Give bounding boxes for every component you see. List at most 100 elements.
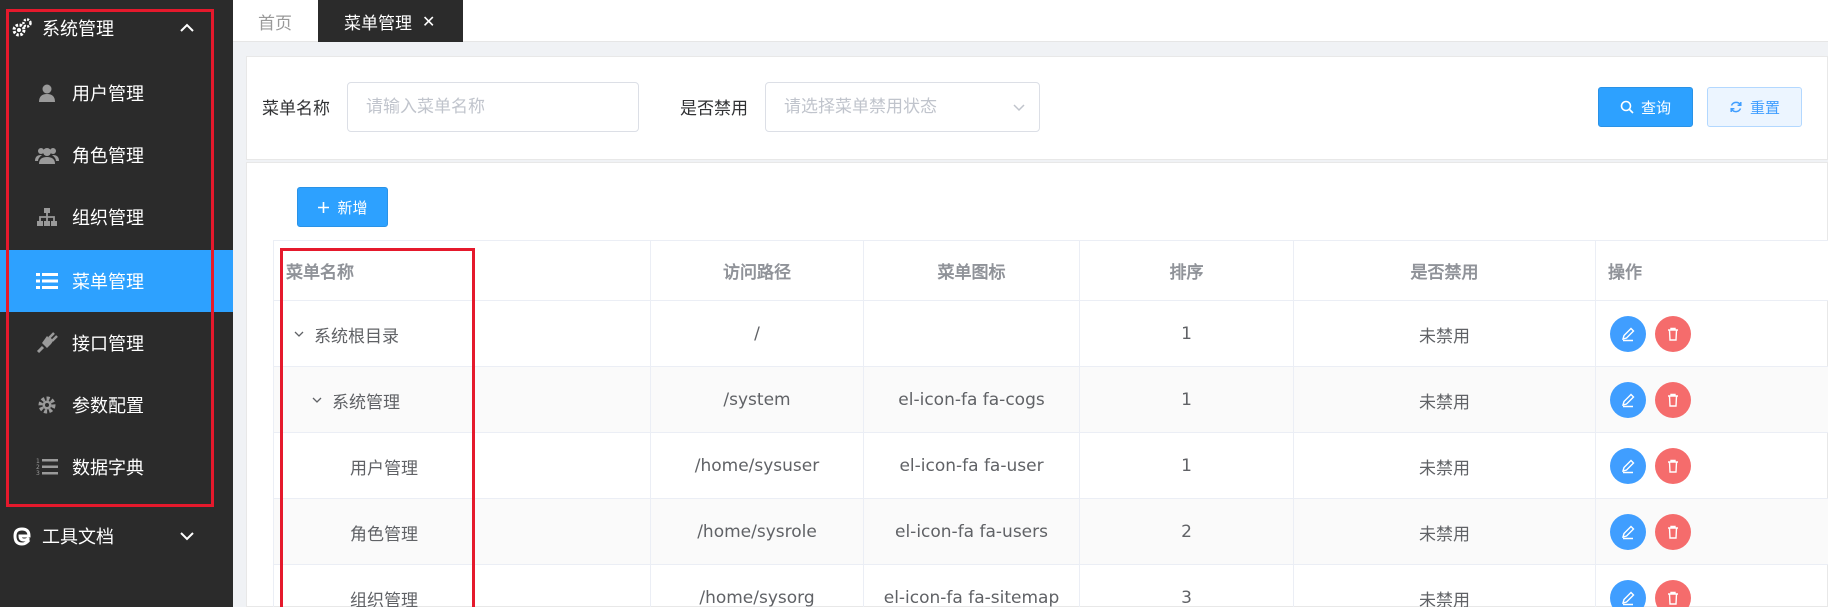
cell-name: 用户管理 [274,433,650,499]
edit-button[interactable] [1610,316,1646,352]
edit-button[interactable] [1610,580,1646,607]
cogs-icon [10,16,34,40]
cell-path: /home/sysorg [650,565,864,607]
tab-menu-management[interactable]: 菜单管理 ✕ [318,0,463,42]
search-icon [1620,100,1634,114]
sidebar-item-dict[interactable]: 123 数据字典 [0,436,233,498]
cell-icon [864,301,1080,367]
cell-icon: el-icon-fa fa-users [864,499,1080,565]
tab-bar: 首页 菜单管理 ✕ [233,0,1828,42]
menu-name: 系统根目录 [314,326,399,347]
delete-icon [1668,393,1678,407]
sidebar-group-tools[interactable]: 工具文档 [0,508,233,564]
edit-icon [1621,393,1635,408]
delete-button[interactable] [1655,580,1691,607]
edit-icon [1621,459,1635,474]
menu-name: 组织管理 [350,590,418,607]
table-row[interactable]: 系统根目录 / 1 未禁用 [274,301,1828,367]
edit-icon [1621,525,1635,540]
cell-disabled: 未禁用 [1294,301,1596,367]
sidebar-item-users[interactable]: 用户管理 [0,62,233,124]
svg-text:3: 3 [36,470,40,477]
edge-icon [10,524,34,548]
table-panel: 新增 菜单名称 访问路径 菜单图标 排序 是否禁用 操作 系统根目录 / 1 未… [246,162,1828,607]
cell-disabled: 未禁用 [1294,565,1596,607]
cell-order: 1 [1080,433,1294,499]
sidebar-item-label: 组织管理 [72,208,144,229]
reset-button[interactable]: 重置 [1707,87,1802,127]
edit-icon [1621,591,1635,606]
table-row[interactable]: 用户管理 /home/sysuser el-icon-fa fa-user 1 … [274,433,1828,499]
disabled-label: 是否禁用 [680,99,748,119]
add-button-label: 新增 [337,198,368,217]
chevron-down-icon[interactable] [292,327,306,341]
sidebar-group-system[interactable]: 系统管理 [0,0,233,56]
tab-label: 首页 [258,13,292,34]
menu-name: 角色管理 [350,524,418,545]
tab-label: 菜单管理 [344,13,412,34]
disabled-select[interactable] [765,82,1040,132]
menu-name-input[interactable] [347,82,639,132]
menu-name-label: 菜单名称 [262,99,330,119]
list-icon [35,269,59,293]
delete-icon [1668,459,1678,473]
chevron-down-icon [180,532,194,541]
sidebar-item-label: 角色管理 [72,146,144,167]
table-row[interactable]: 角色管理 /home/sysrole el-icon-fa fa-users 2… [274,499,1828,565]
sidebar-item-menu[interactable]: 菜单管理 [0,250,233,312]
edit-button[interactable] [1610,514,1646,550]
column-header-icon[interactable]: 菜单图标 [864,241,1080,301]
cell-path: / [650,301,864,367]
user-icon [35,81,59,105]
cell-icon: el-icon-fa fa-sitemap [864,565,1080,607]
sidebar: 系统管理 用户管理 角色管理 组织管理 菜单管理 接口管理 参数配置 123 数… [0,0,233,607]
column-header-path[interactable]: 访问路径 [650,241,864,301]
column-header-order[interactable]: 排序 [1080,241,1294,301]
sidebar-item-roles[interactable]: 角色管理 [0,124,233,186]
query-button[interactable]: 查询 [1598,87,1693,127]
delete-button[interactable] [1655,382,1691,418]
sidebar-item-label: 接口管理 [72,334,144,355]
cell-icon: el-icon-fa fa-user [864,433,1080,499]
sidebar-item-label: 参数配置 [72,396,144,417]
cell-disabled: 未禁用 [1294,499,1596,565]
edit-icon [1621,327,1635,342]
sidebar-item-label: 用户管理 [72,84,144,105]
delete-button[interactable] [1655,514,1691,550]
plus-icon [318,201,330,213]
cell-order: 1 [1080,301,1294,367]
sidebar-item-label: 数据字典 [72,458,144,479]
sidebar-item-label: 菜单管理 [72,272,144,293]
sidebar-group-label: 系统管理 [42,19,114,40]
tab-home[interactable]: 首页 [258,0,292,42]
edit-button[interactable] [1610,382,1646,418]
edit-button[interactable] [1610,448,1646,484]
cell-order: 1 [1080,367,1294,433]
cell-disabled: 未禁用 [1294,433,1596,499]
sidebar-item-api[interactable]: 接口管理 [0,312,233,374]
column-header-disabled[interactable]: 是否禁用 [1294,241,1596,301]
add-button[interactable]: 新增 [297,187,388,227]
delete-button[interactable] [1655,448,1691,484]
sidebar-item-org[interactable]: 组织管理 [0,186,233,248]
query-button-label: 查询 [1640,98,1671,117]
cell-name: 系统管理 [274,367,650,433]
column-header-name[interactable]: 菜单名称 [274,241,650,301]
chevron-down-icon[interactable] [310,393,324,407]
filter-panel: 菜单名称 是否禁用 查询 重置 [246,56,1828,160]
cell-disabled: 未禁用 [1294,367,1596,433]
table-row[interactable]: 组织管理 /home/sysorg el-icon-fa fa-sitemap … [274,565,1828,607]
delete-button[interactable] [1655,316,1691,352]
close-icon[interactable]: ✕ [422,12,435,31]
gear-icon [35,393,59,417]
users-icon [35,143,59,167]
cell-order: 3 [1080,565,1294,607]
cell-order: 2 [1080,499,1294,565]
sitemap-icon [35,205,59,229]
sidebar-group-label: 工具文档 [42,527,114,548]
table-row[interactable]: 系统管理 /system el-icon-fa fa-cogs 1 未禁用 [274,367,1828,433]
menu-name: 系统管理 [332,392,400,413]
delete-icon [1668,327,1678,341]
plug-icon [35,331,59,355]
sidebar-item-params[interactable]: 参数配置 [0,374,233,436]
